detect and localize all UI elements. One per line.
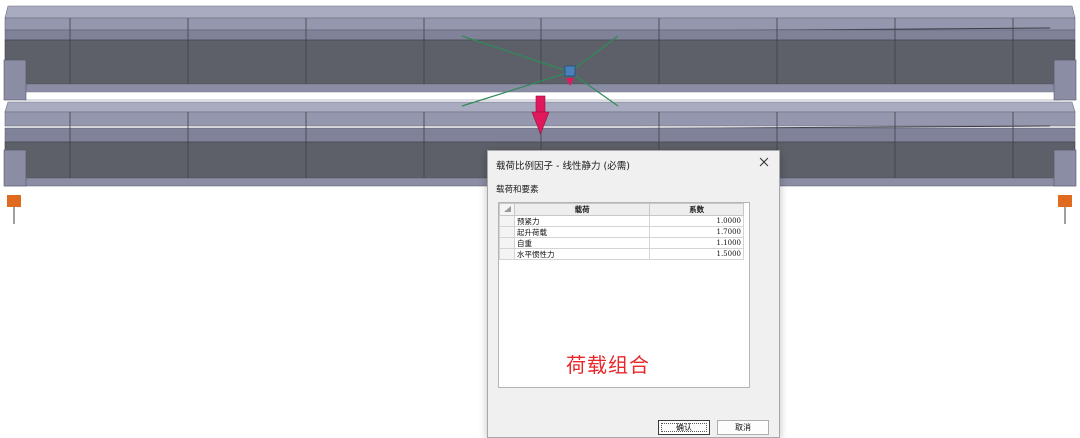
factor-cell[interactable]: 1.1000 [649,237,744,249]
column-header-factor[interactable]: 系数 [649,203,744,216]
close-icon[interactable] [757,155,771,169]
dialog-title: 载荷比例因子 - 线性静力 (必需) [496,161,630,172]
load-name-cell: 水平惯性力 [513,248,651,260]
load-name-cell: 预紧力 [513,215,651,227]
confirm-button[interactable]: 确认 [658,420,710,435]
load-name-cell: 自重 [513,237,651,249]
load-node-icon [564,65,576,77]
row-header[interactable] [499,226,515,238]
column-header-load[interactable]: 载荷 [513,203,651,216]
upper-girder [4,5,1076,93]
right-support-icon [1058,195,1072,224]
table-row[interactable]: 起升荷载 1.7000 [499,226,744,238]
table-row[interactable]: 水平惯性力 1.5000 [499,248,744,260]
row-header[interactable] [499,237,515,249]
focus-rect [661,423,707,432]
group-label: 载荷和要素 [496,183,541,195]
factor-cell[interactable]: 1.0000 [649,215,744,227]
cancel-button-label: 取消 [735,423,751,432]
load-name-cell: 起升荷载 [513,226,651,238]
row-header[interactable] [499,248,515,260]
load-scale-factor-dialog: 载荷比例因子 - 线性静力 (必需) 载荷和要素 载荷 系数 预紧力 1.000… [487,150,780,438]
factor-cell[interactable]: 1.5000 [649,248,744,260]
load-combination-annotation: 荷载组合 [566,353,650,377]
cancel-button[interactable]: 取消 [717,420,769,435]
load-factor-grid[interactable]: 载荷 系数 预紧力 1.0000 起升荷载 1.7000 自重 1.1000 水… [498,202,750,388]
table-row[interactable]: 自重 1.1000 [499,237,744,249]
table-row[interactable]: 预紧力 1.0000 [499,215,744,227]
row-header[interactable] [499,215,515,227]
table-corner[interactable] [499,203,515,216]
left-support-icon [7,195,21,224]
table-header-row: 载荷 系数 [499,203,744,216]
load-factor-table: 载荷 系数 预紧力 1.0000 起升荷载 1.7000 自重 1.1000 水… [499,203,744,260]
factor-cell[interactable]: 1.7000 [649,226,744,238]
